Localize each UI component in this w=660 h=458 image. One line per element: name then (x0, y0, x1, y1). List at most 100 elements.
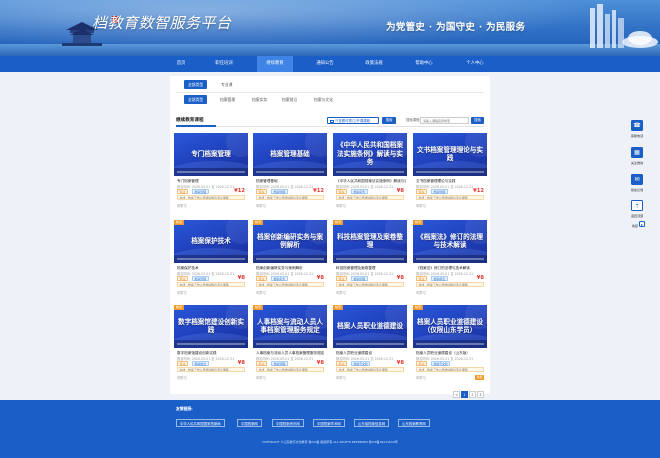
cover-title: 《中华人民共和国档案法实施条例》解读与实务 (337, 141, 403, 167)
course-tag-type: 专业 (177, 276, 188, 281)
course-cover[interactable]: 精选 档案人员职业道德建设（仅限山东学员） (413, 305, 487, 348)
course-price: ¥8 (396, 360, 404, 366)
cover-title: 档案管理基础 (270, 149, 310, 158)
course-card[interactable]: 档案管理基础 档案管理基础 报名时间: 2026-05-01 至 2026-12-3… (253, 133, 327, 213)
course-price: ¥8 (396, 188, 404, 194)
course-note: 在线 · 档案工作人员继续教育专业课程 (256, 367, 324, 372)
course-note: 在线 · 档案工作人员继续教育专业课程 (416, 367, 484, 372)
course-cover[interactable]: 精选 档案创新编研实务与案例解析 (253, 220, 327, 263)
cover-tag: 精选 (333, 305, 344, 310)
course-note: 在线 · 档案工作人员继续教育专业课程 (416, 195, 484, 200)
nav-policies[interactable]: 政策法规 (356, 56, 392, 72)
course-tag-category: 档案管理 (431, 189, 448, 194)
course-price: ¥8 (316, 275, 324, 281)
cover-tag: 精选 (174, 305, 185, 310)
course-cover[interactable]: 档案管理基础 (253, 133, 327, 176)
course-cover[interactable]: 精选 科技档案管理及案卷整理 (333, 220, 407, 263)
course-cover[interactable]: 文书档案管理理论与实践 (413, 133, 487, 176)
course-study-status: 可学习 (177, 376, 187, 380)
course-price: ¥8 (316, 360, 324, 366)
cover-strip (253, 340, 327, 348)
friend-link-shandong-archives[interactable]: 山东省档案信息网 (354, 419, 390, 427)
filter-row-subject: 全部类型 档案管理 档案实务 档案前沿 档案与文化 (176, 95, 484, 104)
friend-link-archives-net[interactable]: 中国档案网 (237, 419, 262, 427)
cover-strip (253, 255, 327, 263)
course-tag-type: 专业 (416, 276, 427, 281)
cover-strip (174, 255, 248, 263)
float-back-to-top-label: 返回顶部 (630, 214, 644, 218)
course-study-status: 可学习 (256, 291, 266, 295)
pagination-prev[interactable]: < (453, 391, 460, 398)
nav-training[interactable]: 职任培训 (206, 56, 242, 72)
course-price: ¥8 (476, 275, 484, 281)
filter-professional[interactable]: 专业课 (221, 80, 232, 89)
search-label: 搜索课程 (406, 118, 420, 122)
course-cover[interactable]: 精选 人事档案与流动人员人事档案管理服务规定 (253, 305, 327, 348)
course-card[interactable]: 精选 档案人员职业道德建设 档案人员职业道德建设 报名时间: 2026-05-01 至… (333, 305, 407, 385)
nav-home[interactable]: 首页 (163, 56, 199, 72)
open-courses-filter[interactable]: 只查看可预订/开课课程 (327, 117, 379, 124)
search-button[interactable]: 搜索 (471, 117, 484, 124)
friend-link-archives-news[interactable]: 中国档案资讯网 (272, 419, 304, 427)
pagination-page-1[interactable]: 1 (461, 391, 468, 398)
pagination-page-3[interactable]: 3 (477, 391, 484, 398)
city-skyline-illustration (590, 4, 658, 48)
course-tag-category: 档案前沿 (192, 361, 209, 366)
course-note: 在线 · 档案工作人员继续教育专业课程 (256, 195, 324, 200)
course-tag-type: 专业 (416, 361, 427, 366)
course-card[interactable]: 专门档案管理 专门档案管理 报名时间: 2026-05-01 至 2026-12-3… (174, 133, 248, 213)
nav-continuing-education[interactable]: 继续教育 (257, 56, 293, 72)
course-tag-type: 专业 (336, 276, 347, 281)
friend-link-shandong-education[interactable]: 山东档案教育网 (398, 419, 430, 427)
nav-profile[interactable]: 个人中心 (457, 56, 493, 72)
course-card[interactable]: 《中华人民共和国档案法实施条例》解读与实务 《中华人民共和国档案法实施条例》解读与… (333, 133, 407, 213)
section-title: 继续教育课程 (176, 118, 204, 123)
course-price: ¥8 (396, 275, 404, 281)
course-price: ¥12 (473, 188, 484, 194)
filter-all-types[interactable]: 全部类型 (184, 80, 208, 89)
nav-help[interactable]: 帮助中心 (406, 56, 442, 72)
course-card[interactable]: 精选 科技档案管理及案卷整理 科技档案管理及案卷整理 报名时间: 2026-05-01… (333, 220, 407, 300)
course-card[interactable]: 精选 档案保护技术 档案保护技术 报名时间: 2026-05-01 至 2026-12… (174, 220, 248, 300)
filter-row-category: 全部类型 专业课 (176, 80, 484, 89)
course-tag-category: 档案前沿 (431, 276, 448, 281)
filter-subject-management[interactable]: 档案管理 (220, 95, 235, 104)
course-cover[interactable]: 专门档案管理 (174, 133, 248, 176)
course-card[interactable]: 精选 人事档案与流动人员人事档案管理服务规定 人事档案与流动人员人事档案管理服务规定… (253, 305, 327, 385)
course-cover[interactable]: 精选 数字档案馆建设创新实践 (174, 305, 248, 348)
cover-tag: 精选 (253, 220, 264, 225)
course-study-status: 可学习 (336, 204, 346, 208)
pagination-page-2[interactable]: 2 (469, 391, 476, 398)
filter-subject-culture[interactable]: 档案与文化 (314, 95, 333, 104)
course-card[interactable]: 精选 《档案法》修订的法理与技术解读 《档案法》修订的法理与技术解读 报名时间: 20… (413, 220, 487, 300)
course-note: 在线 · 档案工作人员继续教育专业课程 (256, 282, 324, 287)
course-price: ¥8 (237, 360, 245, 366)
nav-notices[interactable]: 通知公告 (307, 56, 343, 72)
course-card[interactable]: 精选 档案人员职业道德建设（仅限山东学员） 档案人员职业道德建设（山东版） 报名时间:… (413, 305, 487, 385)
checkbox[interactable] (330, 119, 334, 123)
filter-subject-practice[interactable]: 档案实务 (252, 95, 267, 104)
course-tag-category: 档案与文化 (431, 361, 451, 366)
search-input[interactable] (420, 117, 469, 124)
filter-subject-all[interactable]: 全部类型 (184, 95, 208, 104)
course-study-status: 可学习 (256, 204, 266, 208)
cover-strip (253, 168, 327, 176)
course-card[interactable]: 文书档案管理理论与实践 文书档案管理理论与实践 报名时间: 2026-05-01 至… (413, 133, 487, 213)
course-cover[interactable]: 精选 《档案法》修订的法理与技术解读 (413, 220, 487, 263)
cover-title: 人事档案与流动人员人事档案管理服务规定 (257, 317, 323, 335)
friend-link-saac[interactable]: 中华人民共和国国家档案局 (176, 419, 225, 427)
filter-subject-frontier[interactable]: 档案前沿 (282, 95, 297, 104)
chat-icon: ✉ (631, 174, 643, 185)
friend-link-archives-academic[interactable]: 中国档案学术网 (313, 419, 345, 427)
course-cover[interactable]: 精选 档案保护技术 (174, 220, 248, 263)
course-cover[interactable]: 精选 档案人员职业道德建设 (333, 305, 407, 348)
course-card[interactable]: 精选 档案创新编研实务与案例解析 档案创新编研实务与案例解析 报名时间: 2026-0… (253, 220, 327, 300)
course-study-status: 可学习 (336, 376, 346, 380)
course-cover[interactable]: 《中华人民共和国档案法实施条例》解读与实务 (333, 133, 407, 176)
cover-title: 档案人员职业道德建设（仅限山东学员） (417, 317, 483, 335)
course-tag-category: 档案实务 (271, 276, 288, 281)
free-badge: 免费 (475, 375, 484, 380)
filter-search-button[interactable]: 搜索 (382, 117, 396, 124)
course-card[interactable]: 精选 数字档案馆建设创新实践 数字档案馆建设创新实践 报名时间: 2026-05-01… (174, 305, 248, 385)
section-divider-accent (176, 125, 216, 127)
